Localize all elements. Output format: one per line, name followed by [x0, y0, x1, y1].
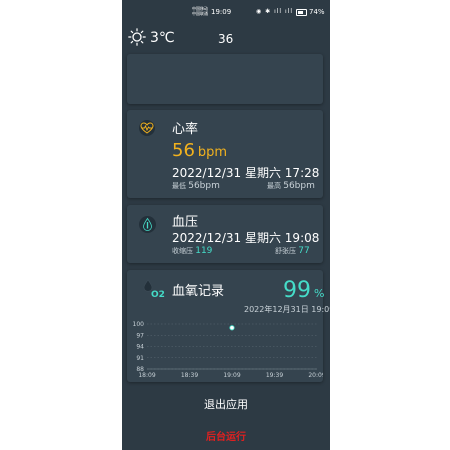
run-in-background-button[interactable]: 后台运行 — [122, 428, 330, 443]
systolic: 收缩压 119 — [172, 246, 212, 256]
blood-pressure-title: 血压 — [172, 215, 199, 230]
heart-rate-card[interactable]: 心率 56 bpm 2022/12/31 星期六 17:28 最低 56bpm 最… — [127, 110, 323, 198]
temperature: 3℃ — [150, 30, 175, 46]
step-count: 36 — [218, 32, 234, 46]
weather-row: 3℃ 36 — [122, 26, 330, 52]
blood-pressure-card[interactable]: 血压 2022/12/31 星期六 19:08 收缩压 119 舒张压 77 — [127, 205, 323, 263]
heart-rate-datetime: 2022/12/31 星期六 17:28 — [172, 166, 320, 180]
carrier-2: 中国联通 — [192, 11, 208, 16]
heart-rate-title: 心率 — [172, 122, 199, 137]
data-point — [229, 325, 235, 331]
battery-icon — [296, 9, 307, 16]
heart-rate-value: 56 — [172, 140, 195, 161]
status-bar: 中国移动 中国联通 19:09 ◉ ✱ ıll ıll 74% — [122, 0, 330, 24]
y-tick-label: 94 — [136, 344, 144, 351]
heart-rate-max: 最高 56bpm — [267, 181, 315, 191]
spo2-card[interactable]: O2 血氧记录 99% 2022年12月31日 19:09 100 97 94 91 8… — [127, 270, 330, 382]
x-tick-label: 18:09 — [138, 372, 155, 379]
exit-app-button[interactable]: 退出应用 — [122, 396, 330, 412]
y-tick-label: 100 — [133, 321, 145, 328]
heart-rate-icon-bg — [139, 120, 155, 136]
heart-rate-max-value: 56bpm — [283, 181, 315, 191]
status-time: 19:09 — [211, 8, 232, 16]
blood-pressure-icon-bg — [139, 216, 156, 233]
spo2-value-row: 99% — [283, 278, 324, 303]
heart-rate-min: 最低 56bpm — [172, 181, 220, 191]
spo2-unit: % — [314, 287, 325, 300]
x-tick-label: 19:09 — [223, 372, 240, 379]
diastolic-label: 舒张压 — [275, 247, 296, 255]
systolic-value: 119 — [195, 246, 213, 256]
y-tick-label: 97 — [136, 332, 144, 339]
heart-rate-unit: bpm — [197, 145, 228, 160]
signal-icons: ◉ ✱ ıll ıll — [256, 8, 293, 15]
diastolic: 舒张压 77 — [275, 246, 310, 256]
heart-rate-min-label: 最低 — [172, 182, 186, 190]
oxygen-icon-text: O2 — [151, 290, 165, 300]
heart-rate-value-row: 56 bpm — [172, 140, 227, 161]
top-card[interactable] — [127, 54, 323, 104]
blood-pressure-icon — [143, 217, 152, 231]
blood-pressure-datetime: 2022/12/31 星期六 19:08 — [172, 231, 320, 245]
heart-rate-max-label: 最高 — [267, 182, 281, 190]
phone-screen: 中国移动 中国联通 19:09 ◉ ✱ ıll ıll 74% 3℃ 36 心率… — [122, 0, 330, 450]
x-tick-label: 20:09 — [308, 372, 323, 379]
spo2-value: 99 — [283, 278, 311, 303]
spo2-title: 血氧记录 — [172, 284, 225, 299]
diastolic-value: 77 — [298, 246, 310, 256]
carrier-info: 中国移动 中国联通 — [192, 6, 208, 16]
battery-percent: 74% — [309, 8, 325, 16]
spo2-chart: 1009794918818:0918:3919:0919:3920:09 — [133, 321, 323, 379]
x-tick-label: 18:39 — [181, 372, 198, 379]
x-tick-label: 19:39 — [266, 372, 283, 379]
systolic-label: 收缩压 — [172, 247, 193, 255]
sun-icon — [128, 28, 146, 46]
y-tick-label: 91 — [136, 355, 144, 362]
heart-pulse-icon — [140, 122, 154, 134]
heart-rate-min-value: 56bpm — [188, 181, 220, 191]
